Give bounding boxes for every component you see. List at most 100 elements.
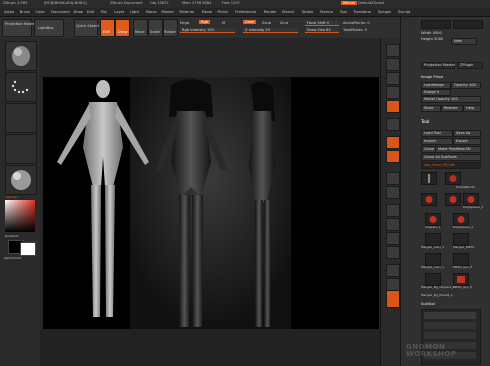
draw-size-slider[interactable]: Draw Size 64	[305, 28, 339, 33]
subtool-row[interactable]	[424, 312, 476, 319]
material-sphere-icon	[11, 170, 31, 190]
menu-tool[interactable]: Tool	[340, 10, 347, 14]
menu-zscript[interactable]: Zscript	[398, 10, 410, 14]
menu-layer[interactable]: Layer	[114, 10, 124, 14]
aahalf-icon[interactable]	[386, 118, 400, 131]
menu-light[interactable]: Light	[130, 10, 139, 14]
right-shelf	[380, 38, 401, 366]
document-canvas[interactable]	[43, 77, 379, 329]
scale-button[interactable]: Scale	[148, 19, 163, 37]
bpr-icon[interactable]	[386, 44, 400, 57]
subtool-row[interactable]	[424, 322, 476, 329]
m-toggle[interactable]: M	[222, 21, 225, 25]
tool-thumb-current[interactable]	[421, 172, 437, 185]
polyf-icon[interactable]	[386, 264, 400, 277]
menu-bar: Alpha Brush Color Document Draw Edit File Layer…	[0, 8, 490, 17]
make-polymesh-button[interactable]: Make PolyMesh3D	[435, 146, 481, 153]
ghost-icon[interactable]	[386, 290, 400, 308]
actual-icon[interactable]	[386, 100, 400, 113]
switch-color-button[interactable]: SwitchColor	[4, 256, 22, 260]
menu-document[interactable]: Document	[51, 10, 70, 14]
menu-file[interactable]: File	[101, 10, 107, 14]
opacity-slider[interactable]: Opacity 100	[451, 82, 481, 89]
xyz-icon[interactable]	[386, 186, 400, 199]
tool-thumb-b[interactable]	[445, 193, 461, 206]
edit-button[interactable]: Edit	[100, 19, 115, 37]
menu-macro[interactable]: Macro	[146, 10, 157, 14]
zcut-toggle[interactable]: Zcut	[280, 21, 288, 25]
menu-picker[interactable]: Picker	[217, 10, 228, 14]
rgb-intensity-slider[interactable]: Rgb Intensity 100	[180, 28, 235, 33]
move-view-icon[interactable]	[386, 218, 400, 231]
tool-header[interactable]: Tool	[421, 120, 430, 125]
menu-transform[interactable]: Transform	[353, 10, 371, 14]
default-zscript-button[interactable]: DefaultZScript	[358, 1, 384, 5]
rgb-toggle[interactable]: Rgb	[199, 20, 211, 24]
draw-button[interactable]: Draw	[115, 19, 130, 37]
load-tool-button[interactable]: Load Tool	[421, 130, 453, 137]
image-plane-header[interactable]: Image Plane	[421, 75, 443, 79]
help-button[interactable]: Help	[463, 105, 481, 112]
rotate-view-icon[interactable]	[386, 246, 400, 259]
menu-preferences[interactable]: Preferences	[235, 10, 256, 14]
clone-all-subtools-button[interactable]: Clone All SubTools	[421, 154, 481, 161]
frame-icon[interactable]	[386, 204, 400, 217]
current-tool-field[interactable]: Ayo_Final_OBJ 48	[421, 162, 481, 169]
subtool-row[interactable]	[424, 332, 476, 339]
focal-shift-slider[interactable]: Focal Shift 0	[305, 21, 339, 26]
rotate-button[interactable]: Rotate	[163, 19, 178, 37]
local-icon[interactable]	[386, 172, 400, 185]
lightbox-button[interactable]: LightBox	[34, 19, 64, 37]
menus-button[interactable]: Menus	[341, 1, 357, 5]
z-intensity-slider[interactable]: Z Intensity 25	[243, 28, 298, 33]
primary-color-swatch[interactable]	[20, 242, 36, 256]
zoom-icon[interactable]	[386, 86, 400, 99]
material-thumbnail[interactable]	[5, 165, 37, 195]
export-button[interactable]: Export	[453, 138, 481, 145]
menu-stroke[interactable]: Stroke	[302, 10, 313, 14]
restore-button[interactable]: Restore	[441, 105, 463, 112]
menu-movie[interactable]: Movie	[202, 10, 213, 14]
scale-view-icon[interactable]	[386, 232, 400, 245]
load-image-button[interactable]: LoadImage	[421, 82, 451, 89]
persp-icon[interactable]	[386, 136, 400, 149]
texture-thumbnail[interactable]	[5, 134, 37, 164]
projection-master-panel-button[interactable]: Projection Master	[421, 62, 455, 69]
store-button[interactable]: Store	[421, 105, 441, 112]
spix-icon[interactable]	[386, 58, 400, 71]
menu-render[interactable]: Render	[264, 10, 277, 14]
stroke-thumbnail[interactable]	[5, 72, 37, 102]
menu-zplugin[interactable]: Zplugin	[378, 10, 392, 14]
floor-icon[interactable]	[386, 150, 400, 163]
color-picker[interactable]	[5, 200, 35, 232]
mrgb-toggle[interactable]: Mrgb	[180, 21, 189, 25]
zadd-toggle[interactable]: Zadd	[243, 20, 257, 24]
menu-material[interactable]: Material	[179, 10, 194, 14]
move-label: Move	[135, 30, 145, 34]
alpha-thumbnail[interactable]	[5, 103, 37, 133]
zsub-toggle[interactable]: Zsub	[262, 21, 271, 25]
menu-alpha[interactable]: Alpha	[4, 10, 14, 14]
import-button[interactable]: Import	[421, 138, 453, 145]
projection-master-button[interactable]: Projection Master	[2, 19, 36, 37]
zplugin-button[interactable]: ZPlugin	[457, 62, 483, 69]
subtool-header[interactable]: SubTool	[421, 302, 435, 306]
save-as-button[interactable]: Save As	[453, 130, 481, 137]
quick-sketch-button[interactable]: Quick Sketch	[74, 19, 99, 37]
menu-marker[interactable]: Marker	[162, 10, 174, 14]
move-button[interactable]: Move	[133, 19, 148, 37]
red-sphere-icon	[429, 216, 437, 223]
tool-thumb-simplebrush[interactable]	[445, 172, 461, 185]
menu-color[interactable]: Color	[36, 10, 45, 14]
tool-thumb-a[interactable]	[421, 193, 437, 206]
menu-edit[interactable]: Edit	[87, 10, 94, 14]
tool-thumbnail[interactable]	[5, 41, 37, 71]
menu-brush[interactable]: Brush	[20, 10, 30, 14]
menu-texture[interactable]: Texture	[320, 10, 333, 14]
nudge-slider[interactable]: Nudge 0	[421, 89, 451, 96]
new-document-button[interactable]: New	[451, 38, 477, 45]
model-opacity-slider[interactable]: Model Opacity 100	[421, 96, 481, 103]
menu-draw[interactable]: Draw	[73, 10, 82, 14]
scroll-icon[interactable]	[386, 72, 400, 85]
menu-stencil[interactable]: Stencil	[282, 10, 294, 14]
